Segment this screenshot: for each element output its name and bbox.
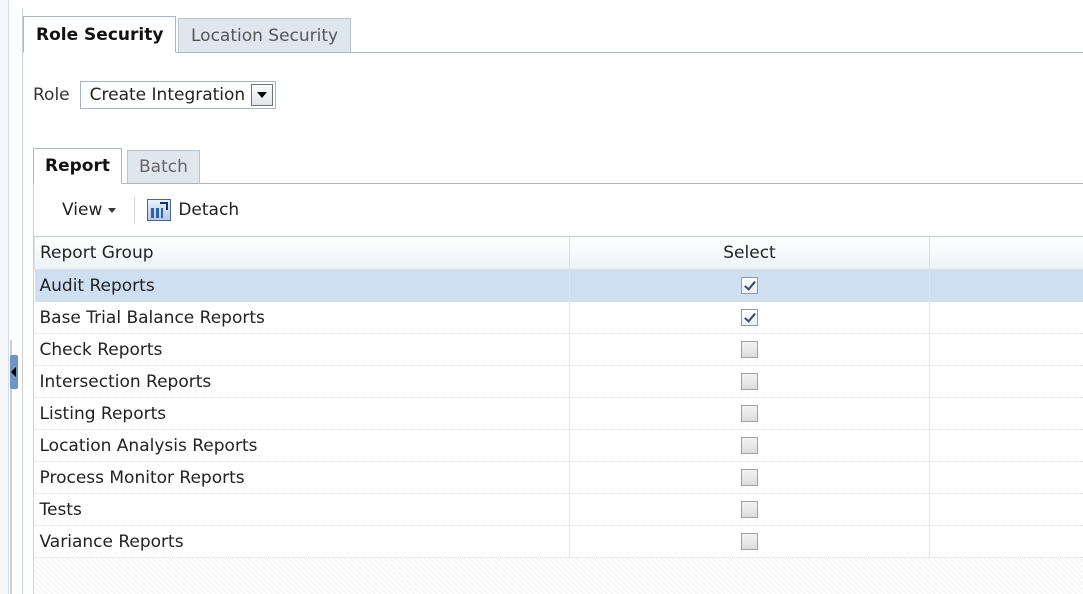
table-header-row: Report Group Select bbox=[34, 236, 1083, 270]
report-group-cell: Audit Reports bbox=[34, 269, 570, 302]
security-settings-frame: Role Security Location Security Role Cre… bbox=[22, 8, 1083, 594]
detach-label: Detach bbox=[178, 200, 240, 220]
tab-role-security[interactable]: Role Security bbox=[23, 16, 177, 53]
table-row[interactable]: Audit Reports bbox=[34, 269, 1083, 302]
select-checkbox[interactable] bbox=[741, 373, 758, 390]
tab-location-security[interactable]: Location Security bbox=[178, 18, 352, 52]
role-dropdown[interactable]: Create Integration bbox=[79, 81, 277, 109]
collapse-pane-icon[interactable] bbox=[10, 355, 18, 389]
report-group-cell: Listing Reports bbox=[34, 397, 570, 430]
select-checkbox[interactable] bbox=[741, 533, 758, 550]
role-selected-value: Create Integration bbox=[89, 85, 246, 105]
toolbar-separator bbox=[134, 197, 136, 223]
column-header-select[interactable]: Select bbox=[569, 236, 930, 270]
filler-cell bbox=[929, 301, 1083, 334]
report-group-cell: Process Monitor Reports bbox=[34, 461, 570, 494]
column-header-filler bbox=[929, 236, 1083, 270]
view-menu-label: View bbox=[62, 200, 103, 220]
select-cell bbox=[569, 269, 930, 302]
dropdown-arrow-icon[interactable] bbox=[251, 84, 274, 106]
caret-down-icon bbox=[108, 207, 117, 213]
select-checkbox[interactable] bbox=[741, 309, 758, 326]
table-toolbar: View Detach bbox=[34, 192, 1083, 228]
select-cell bbox=[569, 333, 930, 366]
filler-cell bbox=[929, 333, 1083, 366]
report-group-table: Report Group Select Audit Reports Base Tr… bbox=[34, 236, 1083, 558]
inner-tab-bar: Report Batch bbox=[33, 148, 1083, 184]
tab-report[interactable]: Report bbox=[33, 148, 122, 184]
select-cell bbox=[569, 365, 930, 398]
select-cell bbox=[569, 301, 930, 334]
select-cell bbox=[569, 525, 930, 558]
detach-button[interactable]: Detach bbox=[147, 195, 239, 225]
filler-cell bbox=[929, 461, 1083, 494]
select-cell bbox=[569, 397, 930, 430]
role-row: Role Create Integration bbox=[33, 80, 277, 110]
select-checkbox[interactable] bbox=[741, 469, 758, 486]
filler-cell bbox=[929, 493, 1083, 526]
report-group-cell: Tests bbox=[34, 493, 570, 526]
role-label: Role bbox=[33, 85, 70, 105]
select-checkbox[interactable] bbox=[741, 341, 758, 358]
report-group-table-area: Report Group Select Audit Reports Base Tr… bbox=[34, 236, 1083, 594]
table-row[interactable]: Check Reports bbox=[34, 333, 1083, 366]
filler-cell bbox=[929, 397, 1083, 430]
select-cell bbox=[569, 429, 930, 462]
report-group-cell: Check Reports bbox=[34, 333, 570, 366]
detach-chart-icon bbox=[147, 199, 172, 221]
select-checkbox[interactable] bbox=[741, 405, 758, 422]
filler-cell bbox=[929, 269, 1083, 302]
table-row[interactable]: Location Analysis Reports bbox=[34, 429, 1083, 462]
select-cell bbox=[569, 461, 930, 494]
report-group-cell: Variance Reports bbox=[34, 525, 570, 558]
select-checkbox[interactable] bbox=[741, 501, 758, 518]
table-row[interactable]: Base Trial Balance Reports bbox=[34, 301, 1083, 334]
outer-tab-bar: Role Security Location Security bbox=[23, 12, 1083, 53]
report-group-cell: Location Analysis Reports bbox=[34, 429, 570, 462]
report-group-cell: Base Trial Balance Reports bbox=[34, 301, 570, 334]
table-body: Audit Reports Base Trial Balance Reports C… bbox=[34, 269, 1083, 558]
table-row[interactable]: Process Monitor Reports bbox=[34, 461, 1083, 494]
column-header-report-group[interactable]: Report Group bbox=[34, 236, 570, 270]
report-group-cell: Intersection Reports bbox=[34, 365, 570, 398]
tab-batch[interactable]: Batch bbox=[127, 150, 200, 183]
table-row[interactable]: Listing Reports bbox=[34, 397, 1083, 430]
filler-cell bbox=[929, 365, 1083, 398]
select-cell bbox=[569, 493, 930, 526]
left-pane-edge bbox=[0, 0, 9, 594]
view-menu-button[interactable]: View bbox=[62, 195, 117, 225]
select-checkbox[interactable] bbox=[741, 437, 758, 454]
table-row[interactable]: Intersection Reports bbox=[34, 365, 1083, 398]
table-row[interactable]: Variance Reports bbox=[34, 525, 1083, 558]
select-checkbox[interactable] bbox=[741, 277, 758, 294]
filler-cell bbox=[929, 525, 1083, 558]
filler-cell bbox=[929, 429, 1083, 462]
table-row[interactable]: Tests bbox=[34, 493, 1083, 526]
report-panel: View Detach Report Group Select Audit Re… bbox=[33, 184, 1083, 594]
